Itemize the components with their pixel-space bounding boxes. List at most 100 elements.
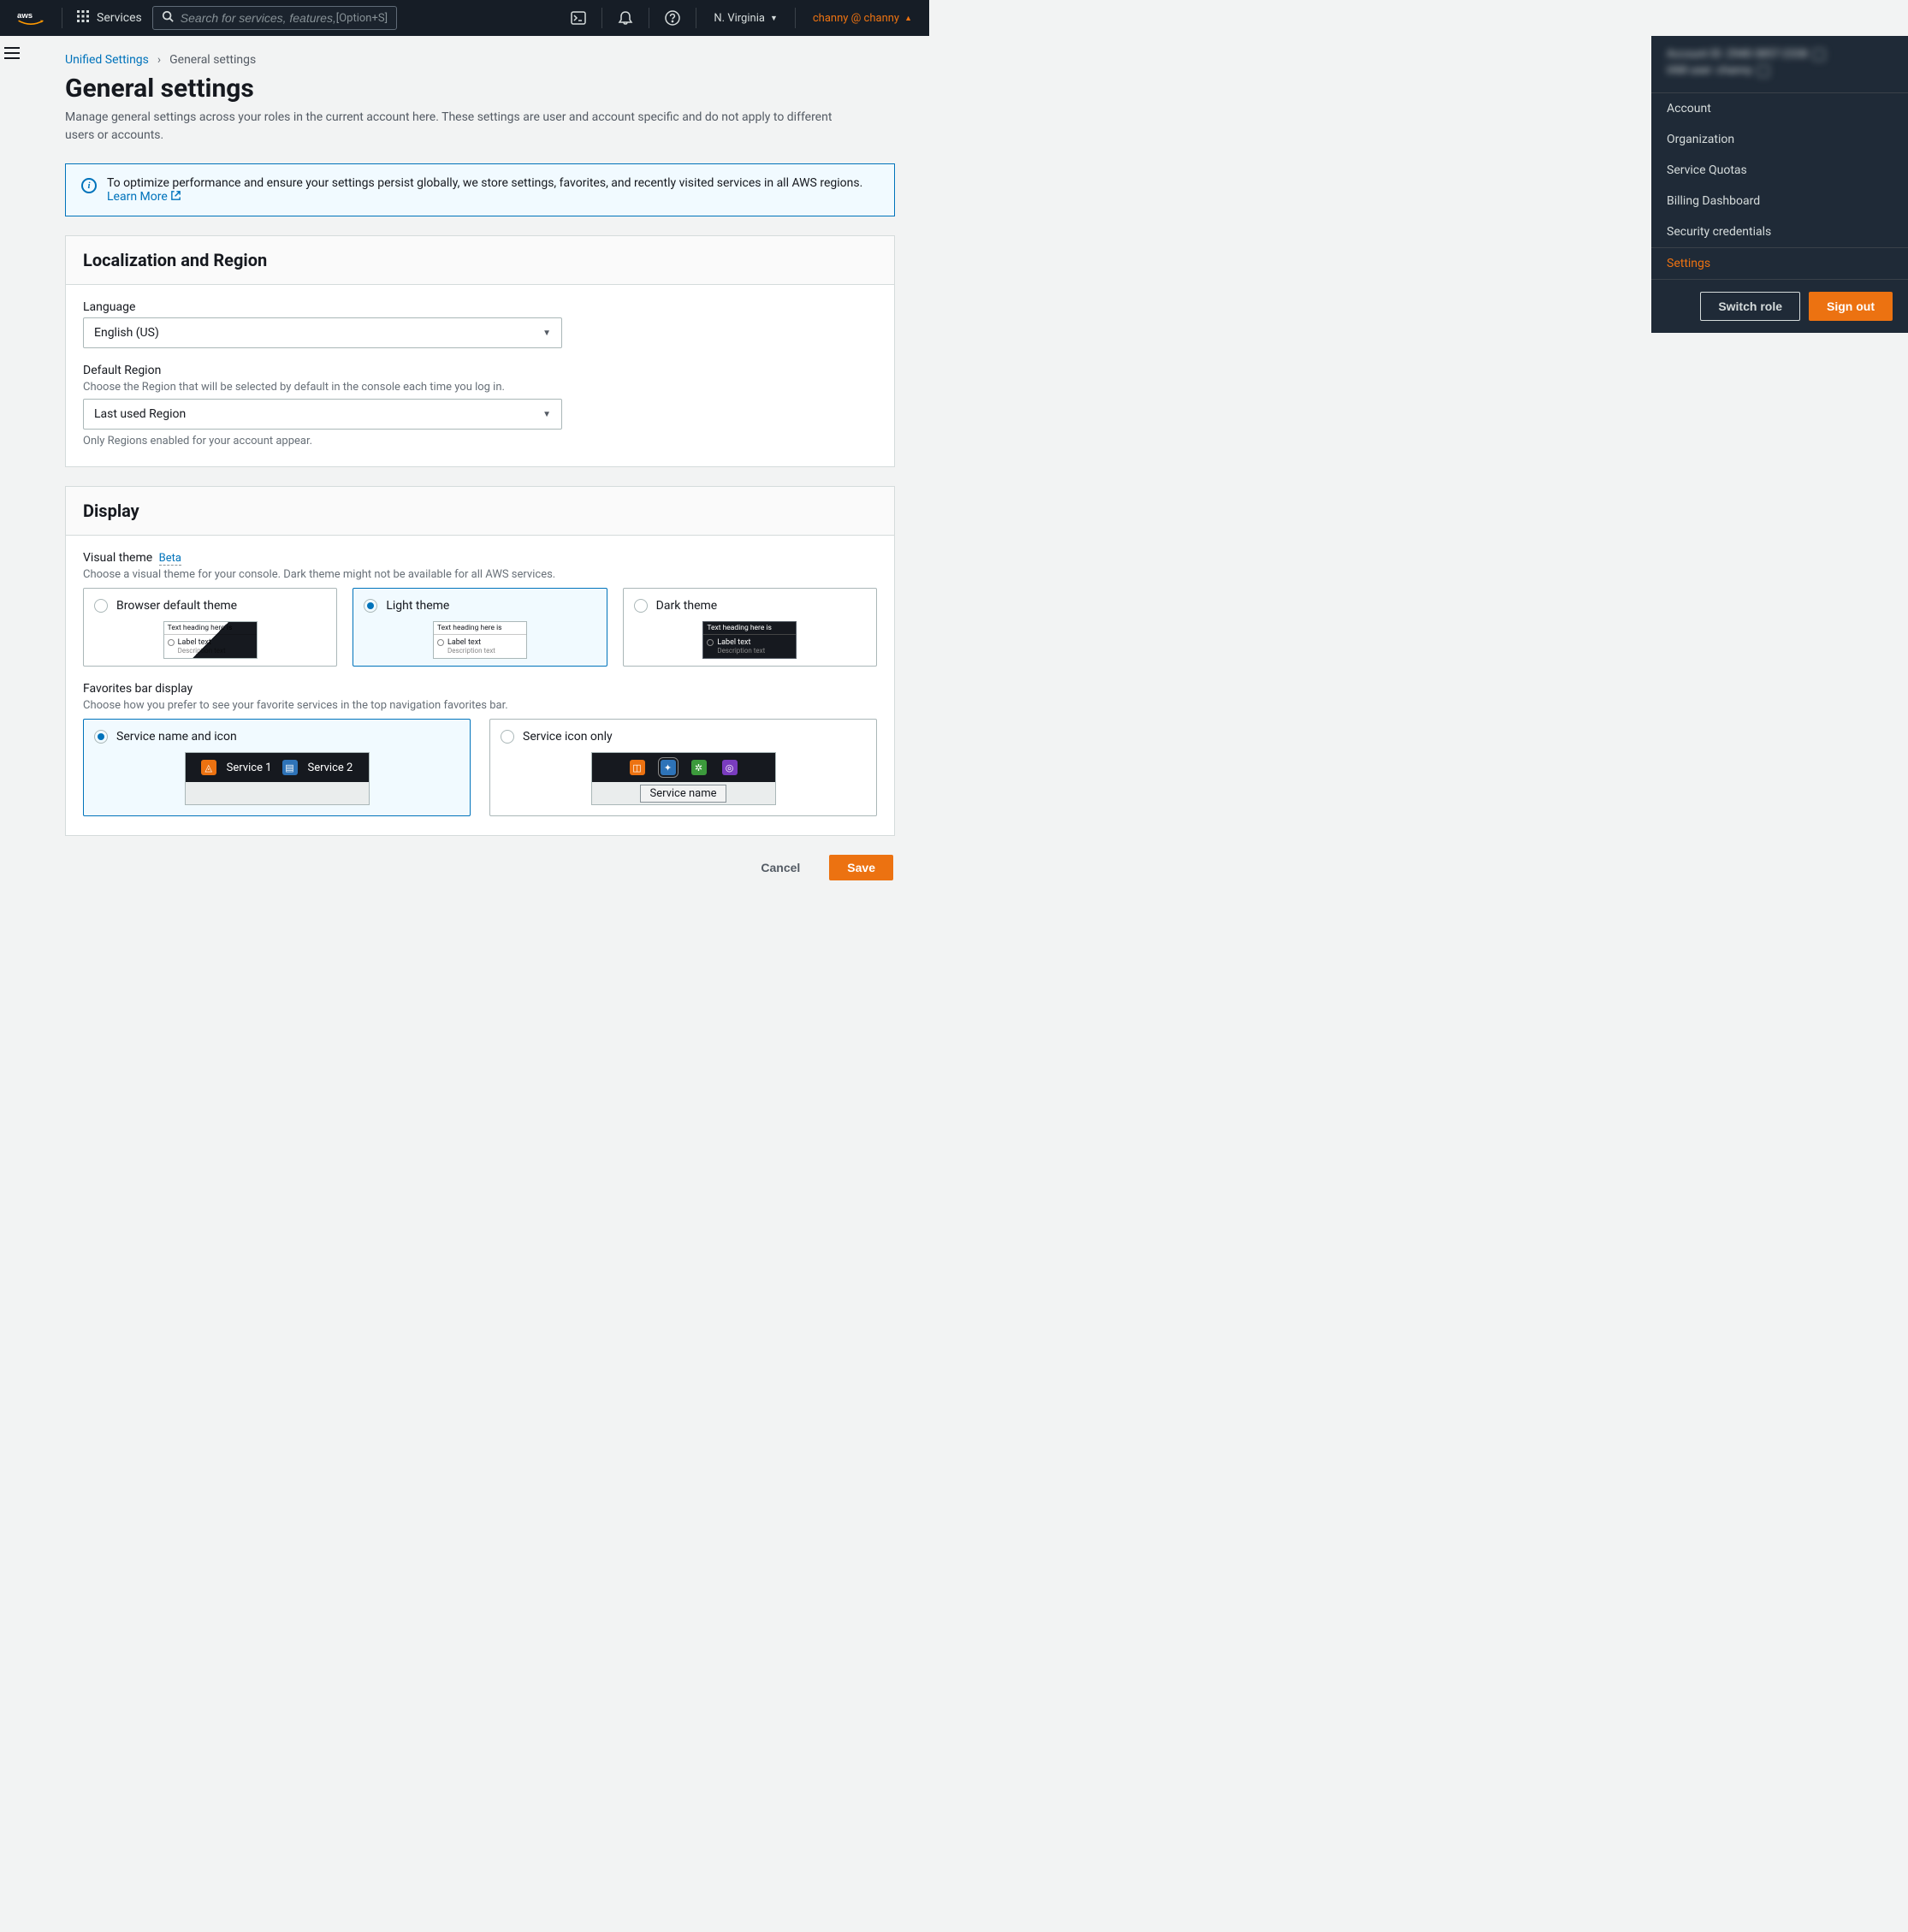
info-banner-text: To optimize performance and ensure your … bbox=[107, 176, 862, 190]
cancel-button[interactable]: Cancel bbox=[744, 855, 817, 880]
radio-checked-icon bbox=[364, 599, 377, 613]
services-menu-button[interactable]: Services bbox=[73, 9, 145, 27]
search-input[interactable] bbox=[181, 11, 336, 25]
menu-item-security-credentials[interactable]: Security credentials bbox=[1651, 216, 1908, 247]
separator bbox=[601, 8, 602, 28]
menu-item-account[interactable]: Account bbox=[1651, 93, 1908, 124]
caret-down-icon: ▼ bbox=[542, 329, 551, 338]
favorites-bar-desc: Choose how you prefer to see your favori… bbox=[83, 699, 877, 712]
action-row: Cancel Save bbox=[65, 855, 895, 880]
menu-item-settings[interactable]: Settings bbox=[1651, 248, 1908, 279]
switch-role-button[interactable]: Switch role bbox=[1700, 292, 1800, 321]
radio-unchecked-icon bbox=[501, 730, 514, 744]
account-menu-footer: Switch role Sign out bbox=[1651, 279, 1908, 333]
separator bbox=[795, 8, 796, 28]
account-dropdown-menu: Account ID: 2940-3857-2338 IAM user: cha… bbox=[1651, 36, 1908, 333]
help-icon[interactable] bbox=[655, 5, 690, 31]
beta-badge[interactable]: Beta bbox=[159, 552, 181, 566]
top-nav: aws Services [Option+S] bbox=[0, 0, 929, 36]
theme-preview: Text heading here is Label text Descript… bbox=[163, 621, 258, 659]
default-region-value: Last used Region bbox=[94, 407, 186, 421]
service-name: Service 2 bbox=[308, 762, 353, 774]
default-region-label: Default Region bbox=[83, 364, 877, 377]
nav-utility-icons bbox=[560, 5, 700, 31]
language-select[interactable]: English (US) ▼ bbox=[83, 317, 562, 348]
caret-down-icon: ▼ bbox=[770, 14, 778, 23]
caret-up-icon: ▲ bbox=[904, 14, 912, 23]
info-banner: i To optimize performance and ensure you… bbox=[65, 163, 895, 216]
breadcrumb-current: General settings bbox=[169, 53, 256, 67]
favorites-option-name-and-icon[interactable]: Service name and icon ◬ Service 1 ▤ Serv… bbox=[83, 719, 471, 816]
region-label: N. Virginia bbox=[714, 12, 765, 25]
services-label: Services bbox=[97, 11, 142, 25]
service-name-tooltip: Service name bbox=[640, 785, 726, 803]
breadcrumb: Unified Settings › General settings bbox=[65, 53, 895, 67]
learn-more-link[interactable]: Learn More bbox=[107, 190, 181, 204]
panel-title: Localization and Region bbox=[83, 250, 877, 270]
hamburger-menu-toggle[interactable] bbox=[0, 36, 24, 70]
sign-out-button[interactable]: Sign out bbox=[1809, 292, 1893, 321]
service-name: Service 1 bbox=[227, 762, 272, 774]
panel-header: Display bbox=[66, 487, 894, 536]
language-label: Language bbox=[83, 300, 877, 314]
user-label: channy @ channy bbox=[813, 12, 899, 25]
account-dropdown-button[interactable]: channy @ channy ▲ bbox=[806, 12, 919, 25]
copy-icon[interactable] bbox=[1757, 65, 1769, 77]
theme-label: Browser default theme bbox=[116, 599, 237, 613]
menu-item-service-quotas[interactable]: Service Quotas bbox=[1651, 155, 1908, 186]
notifications-icon[interactable] bbox=[607, 5, 643, 31]
favorites-option-icon-only[interactable]: Service icon only ◫ ✦ ✲ ◎ Service name bbox=[489, 719, 877, 816]
service-icon: ▤ bbox=[282, 760, 298, 775]
theme-option-browser-default[interactable]: Browser default theme Text heading here … bbox=[83, 588, 337, 667]
caret-down-icon: ▼ bbox=[542, 410, 551, 419]
favorites-option-label: Service icon only bbox=[523, 730, 613, 744]
theme-preview: Text heading here is Label text Descript… bbox=[702, 621, 797, 659]
radio-unchecked-icon bbox=[634, 599, 648, 613]
language-value: English (US) bbox=[94, 326, 159, 340]
theme-label: Dark theme bbox=[656, 599, 718, 613]
service-icon: ◬ bbox=[201, 760, 216, 775]
breadcrumb-root[interactable]: Unified Settings bbox=[65, 53, 149, 67]
service-icon: ✲ bbox=[691, 760, 707, 775]
global-search[interactable]: [Option+S] bbox=[152, 6, 397, 30]
search-shortcut-hint: [Option+S] bbox=[336, 12, 388, 25]
copy-icon[interactable] bbox=[1813, 49, 1825, 61]
favorites-option-label: Service name and icon bbox=[116, 730, 237, 744]
display-panel: Display Visual theme Beta Choose a visua… bbox=[65, 486, 895, 836]
service-icon: ◎ bbox=[722, 760, 738, 775]
save-button[interactable]: Save bbox=[829, 855, 893, 880]
panel-title: Display bbox=[83, 501, 877, 521]
menu-item-billing-dashboard[interactable]: Billing Dashboard bbox=[1651, 186, 1908, 216]
theme-option-light[interactable]: Light theme Text heading here is Label t… bbox=[353, 588, 607, 667]
theme-preview: Text heading here is Label text Descript… bbox=[433, 621, 527, 659]
external-link-icon bbox=[170, 190, 181, 204]
grid-icon bbox=[76, 9, 90, 27]
aws-logo[interactable]: aws bbox=[10, 9, 51, 27]
favorites-preview: ◬ Service 1 ▤ Service 2 bbox=[185, 752, 370, 805]
page-subtitle: Manage general settings across your role… bbox=[65, 109, 835, 145]
main-content: Unified Settings › General settings Gene… bbox=[0, 36, 929, 915]
favorites-preview: ◫ ✦ ✲ ◎ Service name bbox=[591, 752, 776, 805]
svg-text:aws: aws bbox=[17, 11, 33, 21]
radio-checked-icon bbox=[94, 730, 108, 744]
visual-theme-desc: Choose a visual theme for your console. … bbox=[83, 568, 877, 581]
region-dropdown[interactable]: N. Virginia ▼ bbox=[707, 12, 784, 25]
search-icon bbox=[162, 10, 174, 26]
theme-option-dark[interactable]: Dark theme Text heading here is Label te… bbox=[623, 588, 877, 667]
info-icon: i bbox=[81, 178, 97, 193]
localization-panel: Localization and Region Language English… bbox=[65, 235, 895, 467]
cloudshell-icon[interactable] bbox=[560, 5, 596, 31]
chevron-right-icon: › bbox=[157, 53, 161, 67]
panel-header: Localization and Region bbox=[66, 236, 894, 285]
default-region-note: Only Regions enabled for your account ap… bbox=[83, 435, 877, 447]
page-title: General settings bbox=[65, 74, 895, 104]
account-id-text: Account ID: 2940-3857-2338 bbox=[1667, 48, 1808, 61]
theme-label: Light theme bbox=[386, 599, 449, 613]
default-region-desc: Choose the Region that will be selected … bbox=[83, 381, 877, 394]
favorites-bar-label: Favorites bar display bbox=[83, 682, 877, 696]
menu-item-organization[interactable]: Organization bbox=[1651, 124, 1908, 155]
default-region-select[interactable]: Last used Region ▼ bbox=[83, 399, 562, 430]
iam-user-text: IAM user: channy bbox=[1667, 64, 1752, 77]
service-icon: ◫ bbox=[630, 760, 645, 775]
service-icon: ✦ bbox=[661, 760, 676, 775]
